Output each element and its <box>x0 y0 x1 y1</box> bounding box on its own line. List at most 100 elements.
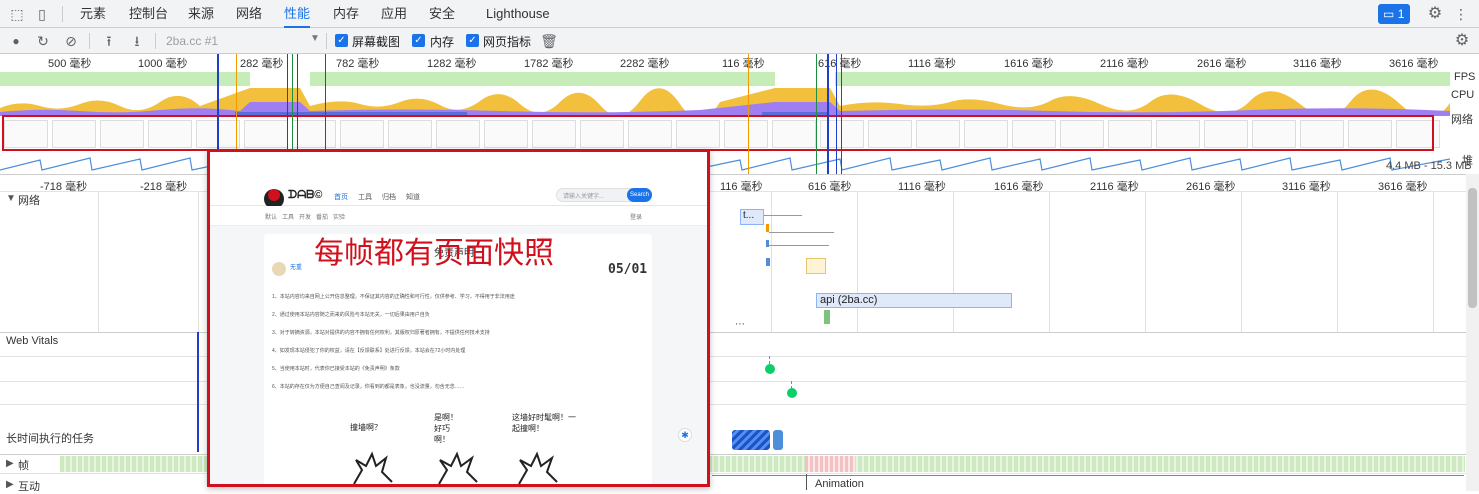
timeline-tick: 1116 毫秒 <box>898 181 946 193</box>
tab-memory[interactable]: 内存 <box>333 0 359 28</box>
expand-triangle-icon[interactable]: ▼ <box>6 193 16 204</box>
long-task-bar[interactable] <box>773 430 783 450</box>
profile-select[interactable]: 2ba.cc #1 <box>166 34 218 48</box>
snapshot-search-box: 请输入关键字... Search <box>556 188 652 202</box>
logo-dot-icon <box>268 189 280 201</box>
upload-icon[interactable]: ⭱ <box>100 32 118 50</box>
gridline <box>98 192 99 332</box>
marker-line <box>827 54 829 174</box>
snapshot-nav-item: 首页 <box>334 194 348 201</box>
network-request-bar[interactable] <box>824 310 830 324</box>
snapshot-nav-item: 知道 <box>406 194 420 201</box>
gridline <box>1049 192 1050 332</box>
snapshot-subnav-item: 番茄 <box>316 215 329 221</box>
network-request-bar[interactable] <box>766 258 770 266</box>
divider <box>326 33 327 49</box>
snapshot-author: 无重 <box>290 265 303 271</box>
issues-count: 1 <box>1397 7 1405 21</box>
snapshot-header: ᗪᗩᗷ© 首页 工具 归档 知道 请输入关键字... Search <box>210 152 707 209</box>
site-logo-text: ᗪᗩᗷ© <box>288 189 323 201</box>
snapshot-subnav-item: 默认 <box>265 215 278 221</box>
network-request-bar[interactable] <box>806 258 826 274</box>
tab-elements[interactable]: 元素 <box>80 0 106 28</box>
timeline-tick: -718 毫秒 <box>40 181 88 193</box>
comic-caption: 这墙好时髦啊！一起撞啊！ <box>512 413 576 433</box>
gridline <box>198 192 199 332</box>
gridline <box>1241 192 1242 332</box>
snapshot-text-line: 4、如发现本站侵犯了你的权益，请在【反馈联系】处进行反馈，本站会在72小时内处理 <box>272 348 466 354</box>
timeline-tick: 2616 毫秒 <box>1186 181 1236 193</box>
gridline <box>1145 192 1146 332</box>
screenshots-checkbox[interactable]: ✓ <box>335 34 348 47</box>
comic-caption: 是啊！好巧啊！ <box>434 413 458 444</box>
comic-caption: 撞墙啊？ <box>350 423 382 432</box>
tab-console[interactable]: 控制台 <box>129 0 168 28</box>
snapshot-subnav-item: 工具 <box>282 215 295 221</box>
snapshot-search-placeholder: 请输入关键字... <box>563 194 605 200</box>
timeline-tick: -218 毫秒 <box>140 181 188 193</box>
snapshot-text-line: 5、当使用本站时，代表你已接受本站的《免责声明》条款 <box>272 366 400 372</box>
fps-label: FPS <box>1454 71 1476 83</box>
long-tasks-label: 长时间执行的任务 <box>6 433 94 445</box>
web-vital-dash <box>769 356 770 364</box>
inspect-element-icon[interactable]: ⬚ <box>8 5 26 23</box>
tab-security[interactable]: 安全 <box>429 0 455 28</box>
network-request-bar[interactable]: t... <box>740 209 764 225</box>
animation-tick <box>806 474 807 490</box>
resize-handle-icon[interactable]: ⋯ <box>735 319 745 330</box>
network-track-label[interactable]: 网络 <box>18 192 40 208</box>
web-vital-marker[interactable] <box>787 388 797 398</box>
network-request-label: t... <box>743 210 755 221</box>
tab-lighthouse[interactable]: Lighthouse <box>486 0 550 28</box>
timeline-tick: 2116 毫秒 <box>1090 181 1139 193</box>
chevron-down-icon[interactable]: ▼ <box>310 33 320 44</box>
long-task-bar[interactable] <box>732 430 770 450</box>
tab-network[interactable]: 网络 <box>236 0 262 28</box>
frame-screenshot-popup: ᗪᗩᗷ© 首页 工具 归档 知道 请输入关键字... Search 默认 工具 … <box>207 149 710 487</box>
record-icon[interactable]: ● <box>7 32 25 50</box>
tab-sources[interactable]: 来源 <box>188 0 214 28</box>
web-vitals-checkbox[interactable]: ✓ <box>466 34 479 47</box>
web-vital-dash <box>791 381 792 389</box>
timeline-tick: 116 毫秒 <box>720 181 763 193</box>
download-icon[interactable]: ⭳ <box>128 32 146 50</box>
web-vitals-label: 网页指标 <box>483 35 532 49</box>
network-request-bar[interactable]: api (2ba.cc) <box>816 293 1012 308</box>
frames-track-label[interactable]: 帧 <box>18 457 29 473</box>
timeline-tick: 616 毫秒 <box>808 181 852 193</box>
device-toggle-icon[interactable]: ▯ <box>33 5 51 23</box>
more-options-icon[interactable]: ⋮ <box>1452 5 1470 23</box>
interactions-track-label[interactable]: 互动 <box>18 478 40 494</box>
memory-checkbox[interactable]: ✓ <box>412 34 425 47</box>
gridline <box>1433 192 1434 332</box>
settings-gear-icon[interactable]: ⚙ <box>1426 5 1444 23</box>
divider <box>89 33 90 49</box>
scrollbar-thumb[interactable] <box>1468 188 1477 308</box>
snapshot-subnav: 默认 工具 开发 番茄 实验 登录 <box>210 206 707 226</box>
marker-line <box>197 332 199 452</box>
web-vital-marker[interactable] <box>765 364 775 374</box>
gridline <box>953 192 954 332</box>
issues-badge[interactable]: ▭ 1 <box>1378 4 1410 24</box>
animation-label: Animation <box>815 478 864 490</box>
network-request-whisker <box>769 232 834 233</box>
web-vitals-label: Web Vitals <box>6 335 59 347</box>
expand-triangle-icon[interactable]: ▶ <box>6 479 14 490</box>
tab-application[interactable]: 应用 <box>381 0 407 28</box>
trash-icon[interactable]: 🗑 <box>540 32 558 50</box>
tab-performance[interactable]: 性能 <box>284 0 311 28</box>
timeline-tick: 3116 毫秒 <box>1282 181 1331 193</box>
clear-icon[interactable]: ⊘ <box>62 32 80 50</box>
snapshot-text-line: 1、本站内容均来自网上公开信息整理，不保证其内容的正确性和可行性，仅供参考、学习… <box>272 294 515 300</box>
network-request-bar[interactable] <box>766 224 769 232</box>
capture-settings-gear-icon[interactable]: ⚙ <box>1453 32 1471 50</box>
frames-dropped-region[interactable] <box>805 456 855 472</box>
network-request-whisker <box>769 245 829 246</box>
vertical-scrollbar[interactable] <box>1466 174 1479 491</box>
fps-gap <box>775 72 835 86</box>
annotation-text: 每帧都有页面快照 <box>314 237 554 270</box>
reload-icon[interactable]: ↻ <box>34 32 52 50</box>
network-overview-label: 网络 <box>1451 114 1473 126</box>
expand-triangle-icon[interactable]: ▶ <box>6 458 14 469</box>
page-snapshot: ᗪᗩᗷ© 首页 工具 归档 知道 请输入关键字... Search 默认 工具 … <box>210 152 707 484</box>
